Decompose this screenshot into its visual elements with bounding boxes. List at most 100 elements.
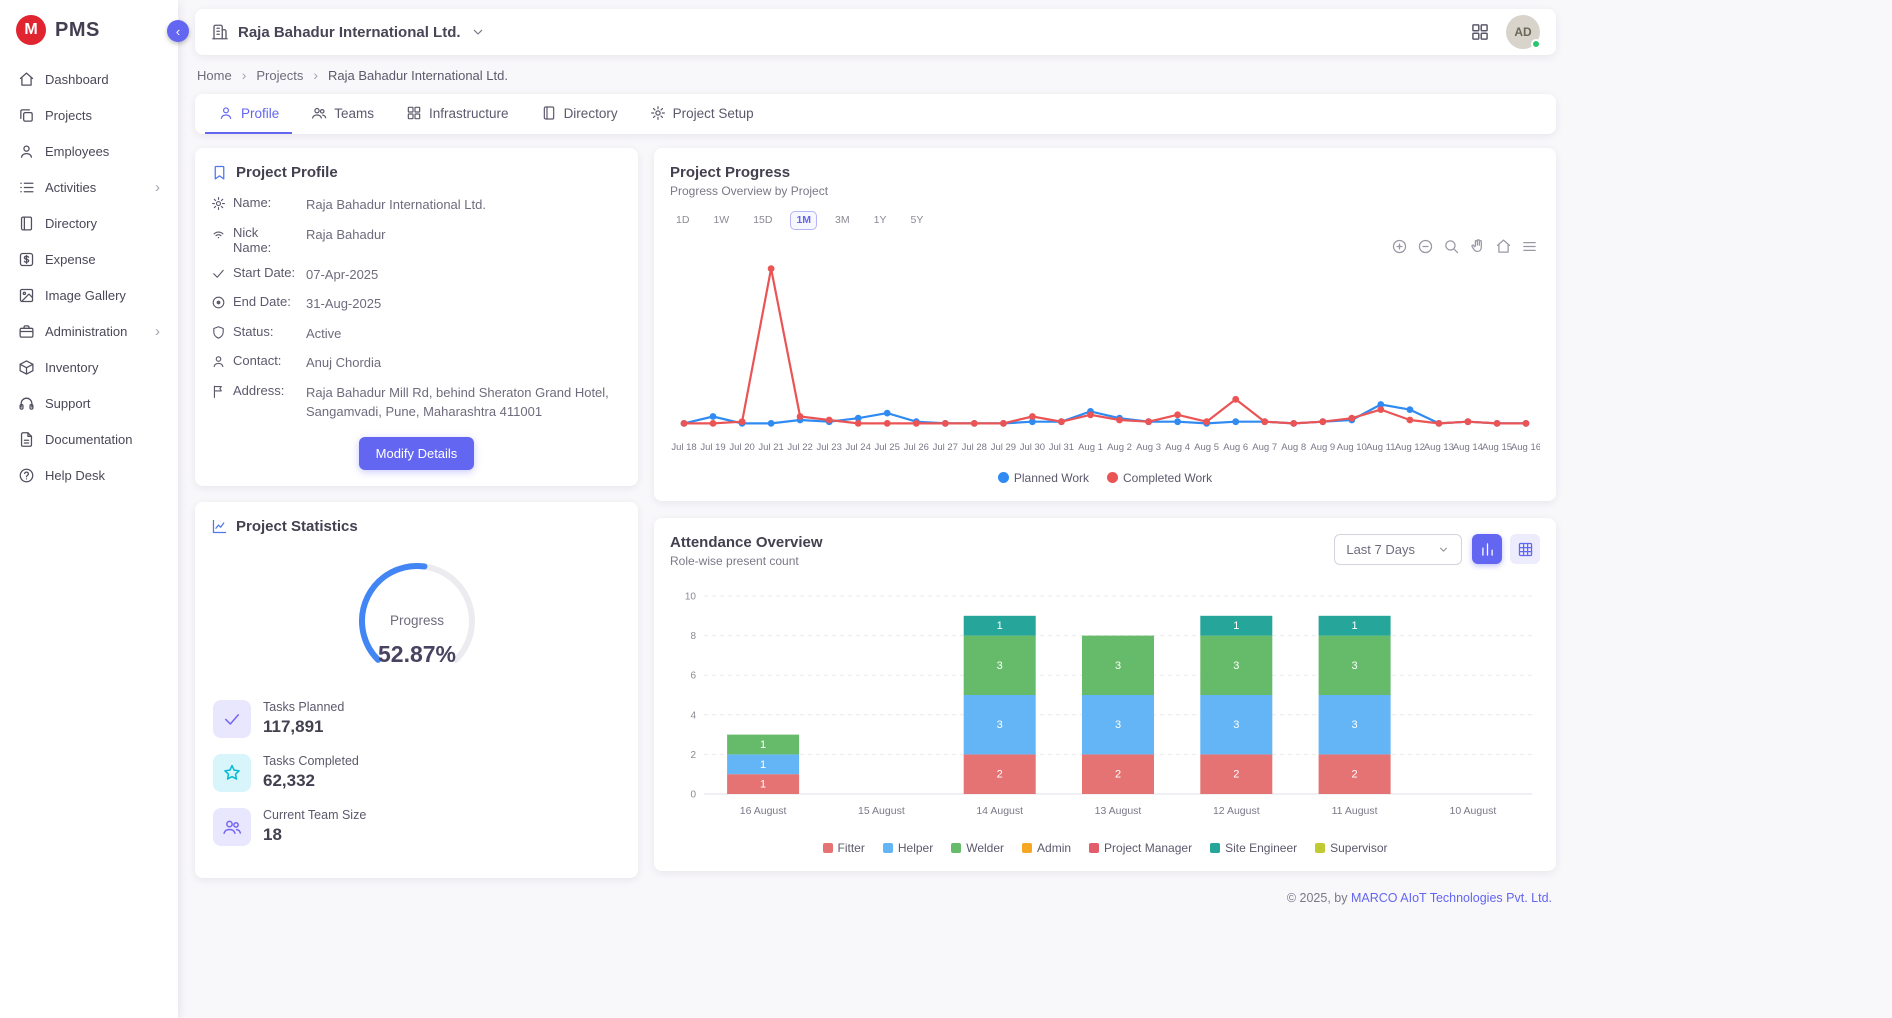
project-progress-chart[interactable]: Jul 18Jul 19Jul 20Jul 21Jul 22Jul 23Jul … (670, 246, 1540, 467)
building-icon (211, 23, 229, 41)
svg-text:2: 2 (997, 768, 1003, 780)
svg-text:3: 3 (1233, 719, 1239, 731)
sidebar-item-dashboard[interactable]: Dashboard (10, 62, 168, 97)
legend-item-planned-work[interactable]: Planned Work (998, 471, 1089, 485)
legend-item-supervisor[interactable]: Supervisor (1315, 841, 1387, 855)
range-1y[interactable]: 1Y (868, 211, 893, 230)
sidebar-item-label: Projects (45, 108, 92, 123)
footer: © 2025, by MARCO AIoT Technologies Pvt. … (195, 878, 1556, 905)
breadcrumb-item-projects[interactable]: Projects (256, 68, 303, 83)
legend-item-admin[interactable]: Admin (1022, 841, 1071, 855)
svg-text:8: 8 (690, 631, 696, 642)
legend-item-welder[interactable]: Welder (951, 841, 1004, 855)
progress-card-subtitle: Progress Overview by Project (670, 184, 1540, 198)
field-label: End Date: (233, 294, 299, 309)
svg-text:Jul 31: Jul 31 (1049, 442, 1074, 453)
svg-text:Aug 9: Aug 9 (1310, 442, 1335, 453)
sidebar-item-expense[interactable]: Expense (10, 242, 168, 277)
chevron-right-icon: › (155, 324, 160, 339)
sidebar-item-label: Support (45, 396, 91, 411)
range-1d[interactable]: 1D (670, 211, 695, 230)
table-view-button[interactable] (1510, 534, 1540, 564)
stat-tasks-planned: Tasks Planned 117,891 (213, 700, 622, 738)
sidebar-item-label: Directory (45, 216, 97, 231)
menu-icon[interactable] (1521, 238, 1538, 255)
briefcase-icon (18, 323, 35, 340)
apps-grid-icon[interactable] (1470, 22, 1490, 42)
sidebar-item-projects[interactable]: Projects (10, 98, 168, 133)
tab-label: Directory (564, 106, 618, 121)
logo-mark-icon: M (16, 15, 46, 45)
svg-text:15 August: 15 August (858, 805, 905, 817)
pan-icon[interactable] (1469, 238, 1486, 255)
tab-project-setup[interactable]: Project Setup (637, 94, 767, 134)
check-icon (211, 266, 226, 281)
sidebar-item-directory[interactable]: Directory (10, 206, 168, 241)
svg-text:52.87%: 52.87% (377, 641, 455, 667)
breadcrumb-item-home[interactable]: Home (197, 68, 232, 83)
svg-text:Aug 1: Aug 1 (1078, 442, 1103, 453)
sidebar-nav: Dashboard Projects Employees Activities … (0, 57, 178, 498)
svg-text:Jul 19: Jul 19 (700, 442, 725, 453)
svg-text:Aug 10: Aug 10 (1337, 442, 1367, 453)
bar-chart-view-button[interactable] (1472, 534, 1502, 564)
range-1m[interactable]: 1M (790, 211, 817, 230)
sidebar-item-administration[interactable]: Administration › (10, 314, 168, 349)
sidebar-item-employees[interactable]: Employees (10, 134, 168, 169)
sidebar-item-inventory[interactable]: Inventory (10, 350, 168, 385)
svg-text:Aug 14: Aug 14 (1453, 442, 1483, 453)
sidebar-item-label: Documentation (45, 432, 132, 447)
tab-profile[interactable]: Profile (205, 94, 292, 134)
svg-text:Aug 4: Aug 4 (1165, 442, 1190, 453)
app-root: M PMS ‹ Dashboard Projects Employees Act… (0, 0, 1892, 1018)
range-5y[interactable]: 5Y (904, 211, 929, 230)
attendance-controls: Last 7 Days (1334, 534, 1540, 565)
sidebar-item-documentation[interactable]: Documentation (10, 422, 168, 457)
profile-fields: Name: Raja Bahadur International Ltd. Ni… (211, 195, 622, 422)
zoom-in-icon[interactable] (1391, 238, 1408, 255)
logo[interactable]: M PMS (0, 0, 178, 57)
legend-item-completed-work[interactable]: Completed Work (1107, 471, 1212, 485)
legend-item-helper[interactable]: Helper (883, 841, 933, 855)
tab-infrastructure[interactable]: Infrastructure (393, 94, 522, 134)
tab-label: Teams (334, 106, 374, 121)
project-progress-card: Project Progress Progress Overview by Pr… (654, 148, 1556, 501)
attendance-range-select[interactable]: Last 7 Days (1334, 534, 1462, 565)
tab-teams[interactable]: Teams (298, 94, 387, 134)
svg-text:Aug 8: Aug 8 (1281, 442, 1306, 453)
range-15d[interactable]: 15D (747, 211, 778, 230)
home-icon[interactable] (1495, 238, 1512, 255)
sidebar-item-support[interactable]: Support (10, 386, 168, 421)
modify-details-button[interactable]: Modify Details (359, 437, 475, 470)
sidebar-item-activities[interactable]: Activities › (10, 170, 168, 205)
attendance-chart[interactable]: 024681016 August11115 August14 August233… (670, 584, 1540, 837)
sidebar-item-label: Expense (45, 252, 96, 267)
tab-label: Project Setup (673, 106, 754, 121)
tab-directory[interactable]: Directory (528, 94, 631, 134)
tab-label: Infrastructure (429, 106, 509, 121)
stat-value: 62,332 (263, 771, 359, 791)
sidebar-collapse-button[interactable]: ‹ (167, 20, 189, 42)
legend-item-project-manager[interactable]: Project Manager (1089, 841, 1192, 855)
tab-label: Profile (241, 106, 279, 121)
avatar[interactable]: AD (1506, 15, 1540, 49)
sidebar-item-help-desk[interactable]: Help Desk (10, 458, 168, 493)
search-icon[interactable] (1443, 238, 1460, 255)
svg-text:Jul 23: Jul 23 (817, 442, 842, 453)
users-icon (311, 105, 327, 121)
sidebar-item-image-gallery[interactable]: Image Gallery (10, 278, 168, 313)
zoom-out-icon[interactable] (1417, 238, 1434, 255)
range-3m[interactable]: 3M (829, 211, 856, 230)
legend-item-fitter[interactable]: Fitter (823, 841, 865, 855)
time-range-selector: 1D 1W 15D 1M 3M 1Y 5Y (670, 211, 1540, 230)
breadcrumb-separator: › (242, 67, 247, 83)
progress-card-title: Project Progress (670, 164, 1540, 181)
company-switcher[interactable]: Raja Bahadur International Ltd. (211, 23, 486, 41)
legend-item-site-engineer[interactable]: Site Engineer (1210, 841, 1297, 855)
chevron-down-icon[interactable] (470, 24, 486, 40)
breadcrumb-item-raja-bahadur-international-ltd: Raja Bahadur International Ltd. (328, 68, 508, 83)
stat-value: 18 (263, 825, 366, 845)
footer-company-link[interactable]: MARCO AIoT Technologies Pvt. Ltd. (1351, 891, 1552, 905)
attendance-range-value: Last 7 Days (1346, 542, 1415, 557)
range-1w[interactable]: 1W (707, 211, 735, 230)
